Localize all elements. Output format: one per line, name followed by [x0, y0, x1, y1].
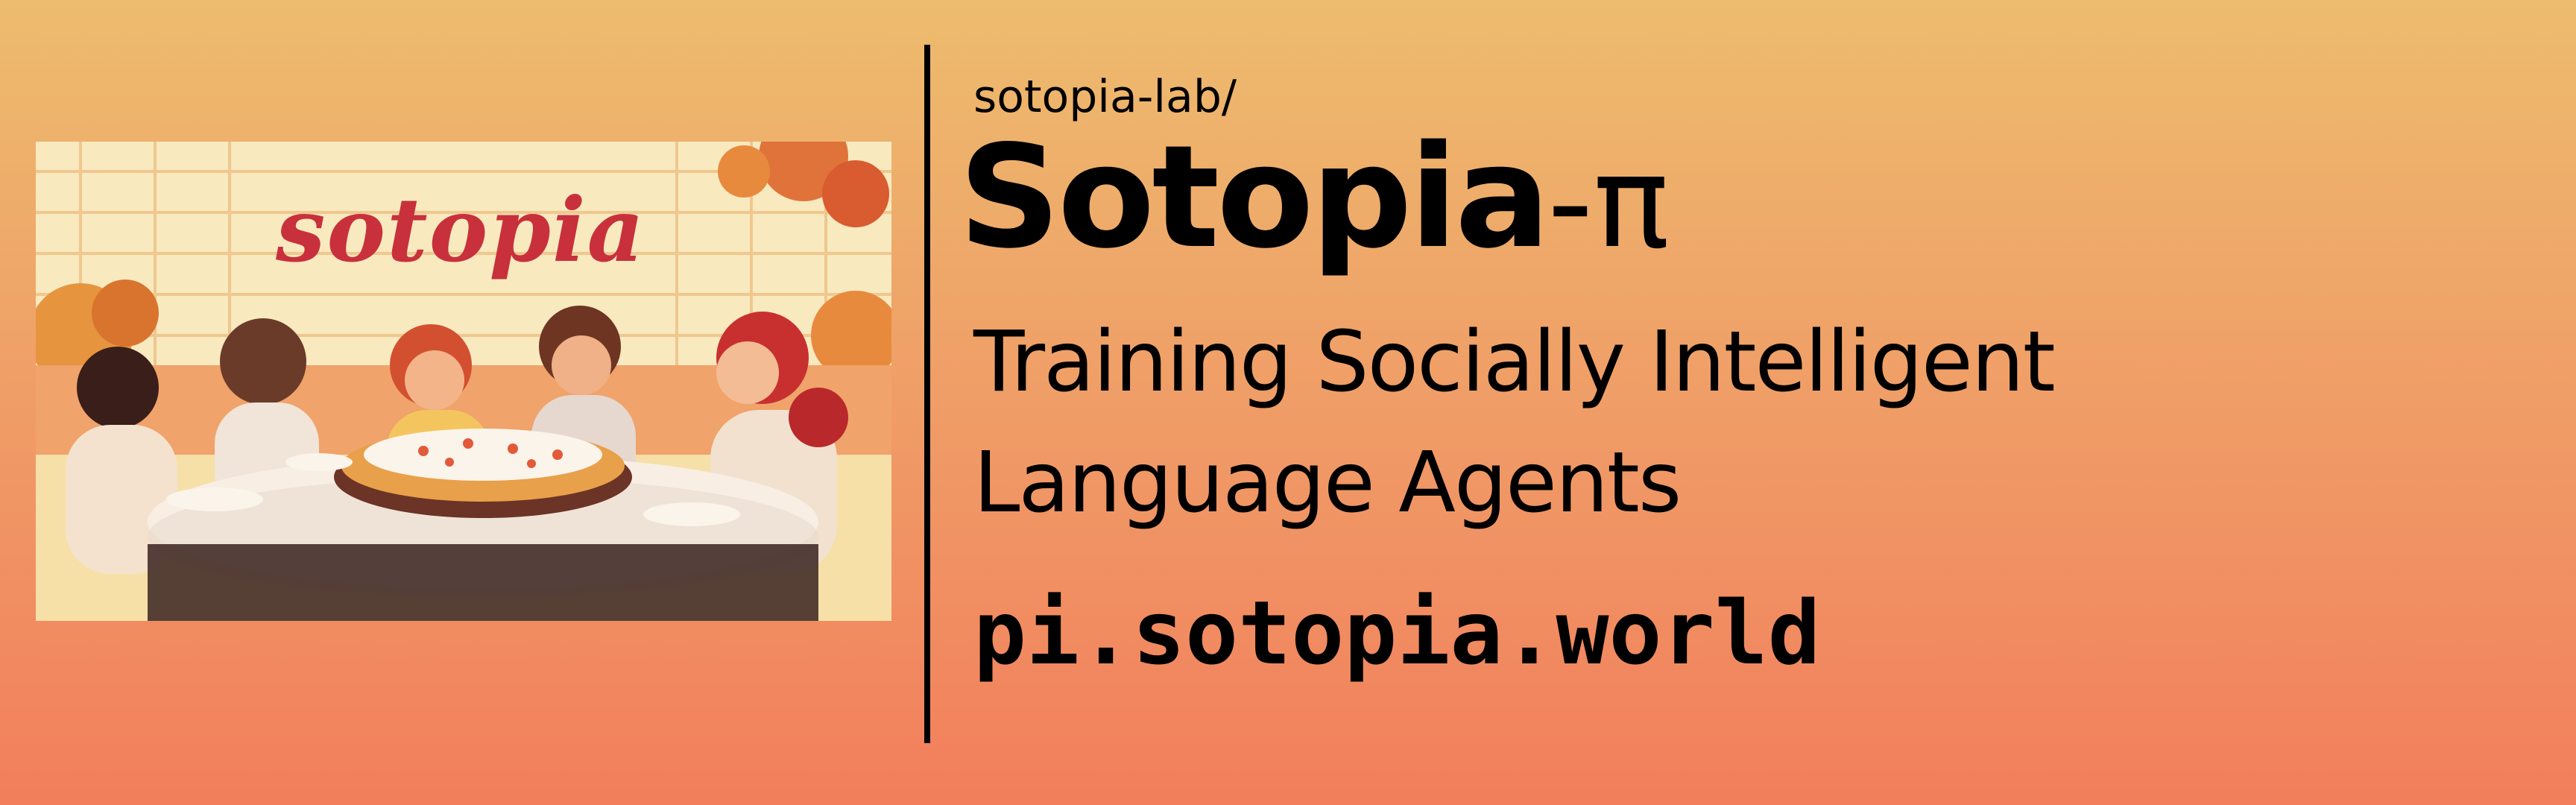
project-url: pi.sotopia.world [973, 581, 1821, 684]
subtitle-line-1: Training Socially Intelligent [973, 314, 2056, 411]
project-title-suffix: -π [1547, 129, 1670, 277]
banner-illustration: sotopia [36, 142, 891, 621]
project-title: Sotopia-π [959, 127, 1670, 268]
subtitle-line-2: Language Agents [973, 435, 1682, 531]
illustration-sotopia-lettering: sotopia [276, 178, 646, 282]
project-title-main: Sotopia [959, 115, 1550, 280]
org-name: sotopia-lab/ [973, 71, 1237, 123]
project-subtitle: Training Socially Intelligent Language A… [973, 302, 2464, 543]
vertical-divider [924, 45, 930, 743]
